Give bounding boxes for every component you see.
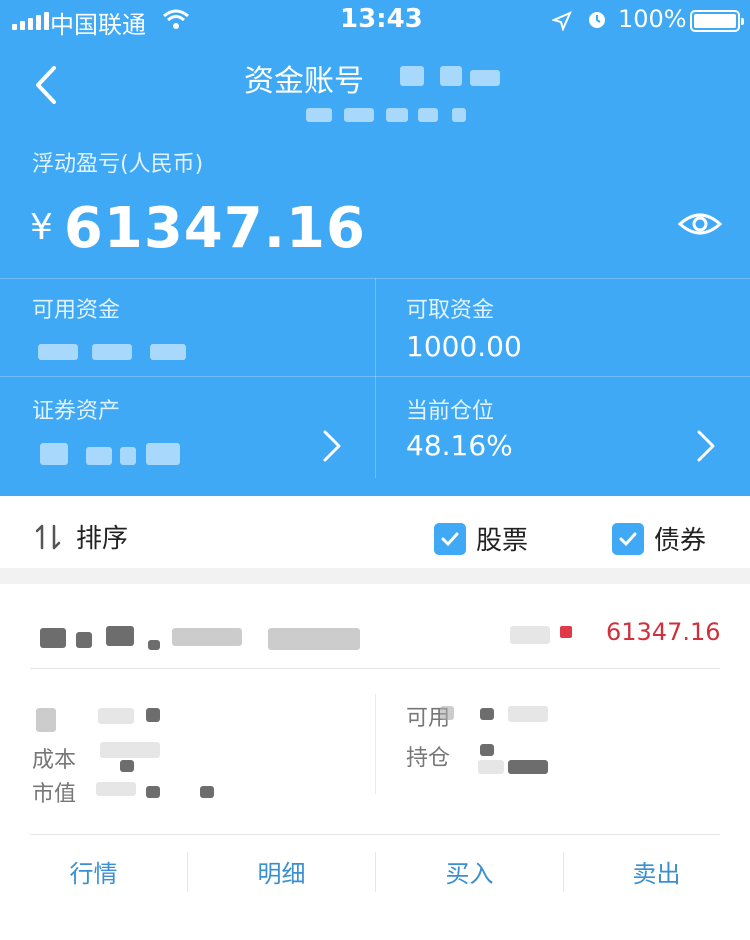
chevron-right-icon xyxy=(697,430,715,462)
securities-assets-label: 证券资产 xyxy=(32,399,121,424)
sort-label: 排序 xyxy=(76,524,129,554)
redacted-stock-code xyxy=(268,628,360,650)
redacted-market-value xyxy=(96,782,136,796)
alarm-icon xyxy=(586,8,608,36)
sort-icon xyxy=(35,524,61,549)
withdrawable-funds-value: 1000.00 xyxy=(406,330,522,363)
page-title: 资金账号 xyxy=(244,64,364,99)
redacted-item xyxy=(510,626,550,644)
stocks-label: 股票 xyxy=(476,526,529,556)
floating-pl-label: 浮动盈亏(人民币) xyxy=(32,152,204,177)
redacted-securities-assets xyxy=(146,443,180,465)
status-time: 13:43 xyxy=(340,4,423,34)
sell-button[interactable]: 卖出 xyxy=(563,854,750,889)
profit-marker xyxy=(560,626,572,638)
divider xyxy=(375,694,376,794)
redacted-account xyxy=(440,66,462,86)
redacted-available-shares xyxy=(480,708,494,720)
redacted-account xyxy=(470,70,500,86)
floating-pl-value: ¥61347.16 xyxy=(30,196,366,261)
bonds-checkbox[interactable]: 债券 xyxy=(612,520,706,557)
battery-icon xyxy=(690,10,744,32)
eye-icon xyxy=(677,213,723,235)
redacted-value xyxy=(36,708,56,732)
stocks-checkbox[interactable]: 股票 xyxy=(434,520,528,557)
currency-symbol: ¥ xyxy=(30,207,54,248)
redacted-stock-name xyxy=(40,628,66,648)
redacted-account xyxy=(400,66,424,86)
holding-actions: 行情 明细 买入 卖出 xyxy=(0,836,750,916)
redacted-available-funds xyxy=(150,344,186,360)
checkbox-checked-icon xyxy=(612,522,644,555)
redacted-market-value xyxy=(146,786,160,798)
redacted-cost xyxy=(100,742,160,758)
chevron-left-icon xyxy=(36,66,56,104)
wifi-icon xyxy=(162,8,190,36)
toggle-visibility-button[interactable] xyxy=(676,206,724,242)
current-position-cell[interactable]: 当前仓位 48.16% xyxy=(376,377,750,477)
redacted-stock-name xyxy=(76,632,92,648)
redacted-position xyxy=(480,744,494,756)
divider xyxy=(30,668,720,669)
redacted-available-funds xyxy=(38,344,78,360)
battery-percent: 100% xyxy=(618,5,687,33)
holding-card[interactable]: 61347.16 成本 市值 可用 持仓 行情 明细 买入 卖出 xyxy=(0,584,750,940)
redacted-available-shares xyxy=(508,706,548,722)
redacted-securities-assets xyxy=(86,447,112,465)
redacted-stock-name xyxy=(148,640,160,650)
securities-assets-cell[interactable]: 证券资产 xyxy=(0,377,375,477)
account-header: 中国联通 13:43 100% 资金账号 浮动盈亏(人民币) ¥61347.16… xyxy=(0,0,750,496)
position-label: 持仓 xyxy=(406,746,451,771)
withdrawable-funds-label: 可取资金 xyxy=(406,298,495,323)
redacted-securities-assets xyxy=(120,447,136,465)
redacted-account xyxy=(418,108,438,122)
redacted-available-shares xyxy=(440,706,454,720)
available-funds-label: 可用资金 xyxy=(32,298,121,323)
redacted-market-value xyxy=(200,786,214,798)
redacted-available-funds xyxy=(92,344,132,360)
divider xyxy=(30,834,720,835)
cost-label: 成本 xyxy=(32,748,77,773)
redacted-stock-name xyxy=(106,626,134,646)
redacted-cost xyxy=(120,760,134,772)
redacted-account xyxy=(344,108,374,122)
chevron-right-icon xyxy=(323,430,341,462)
carrier-name: 中国联通 xyxy=(50,11,146,39)
current-position-value: 48.16% xyxy=(406,429,513,462)
market-value-label: 市值 xyxy=(32,782,77,807)
detail-button[interactable]: 明细 xyxy=(188,854,375,889)
redacted-value xyxy=(146,708,160,722)
redacted-stock-code xyxy=(172,628,242,646)
floating-pl-amount: 61347.16 xyxy=(63,196,366,261)
status-bar: 中国联通 13:43 100% xyxy=(0,0,750,40)
redacted-position xyxy=(478,760,504,774)
redacted-account xyxy=(306,108,332,122)
redacted-securities-assets xyxy=(40,443,68,465)
buy-button[interactable]: 买入 xyxy=(376,854,563,889)
signal-icon xyxy=(12,12,49,30)
location-icon xyxy=(551,9,572,37)
current-position-label: 当前仓位 xyxy=(406,399,495,424)
redacted-position xyxy=(508,760,548,774)
bonds-label: 债券 xyxy=(654,526,707,556)
quote-button[interactable]: 行情 xyxy=(0,854,187,889)
redacted-value xyxy=(98,708,134,724)
holding-pl-value: 61347.16 xyxy=(606,618,721,646)
back-button[interactable] xyxy=(26,60,66,110)
filter-bar: 排序 股票 债券 xyxy=(0,496,750,576)
redacted-account xyxy=(452,108,466,122)
redacted-account xyxy=(386,108,408,122)
checkbox-checked-icon xyxy=(434,522,466,555)
sort-button[interactable]: 排序 xyxy=(34,518,128,555)
